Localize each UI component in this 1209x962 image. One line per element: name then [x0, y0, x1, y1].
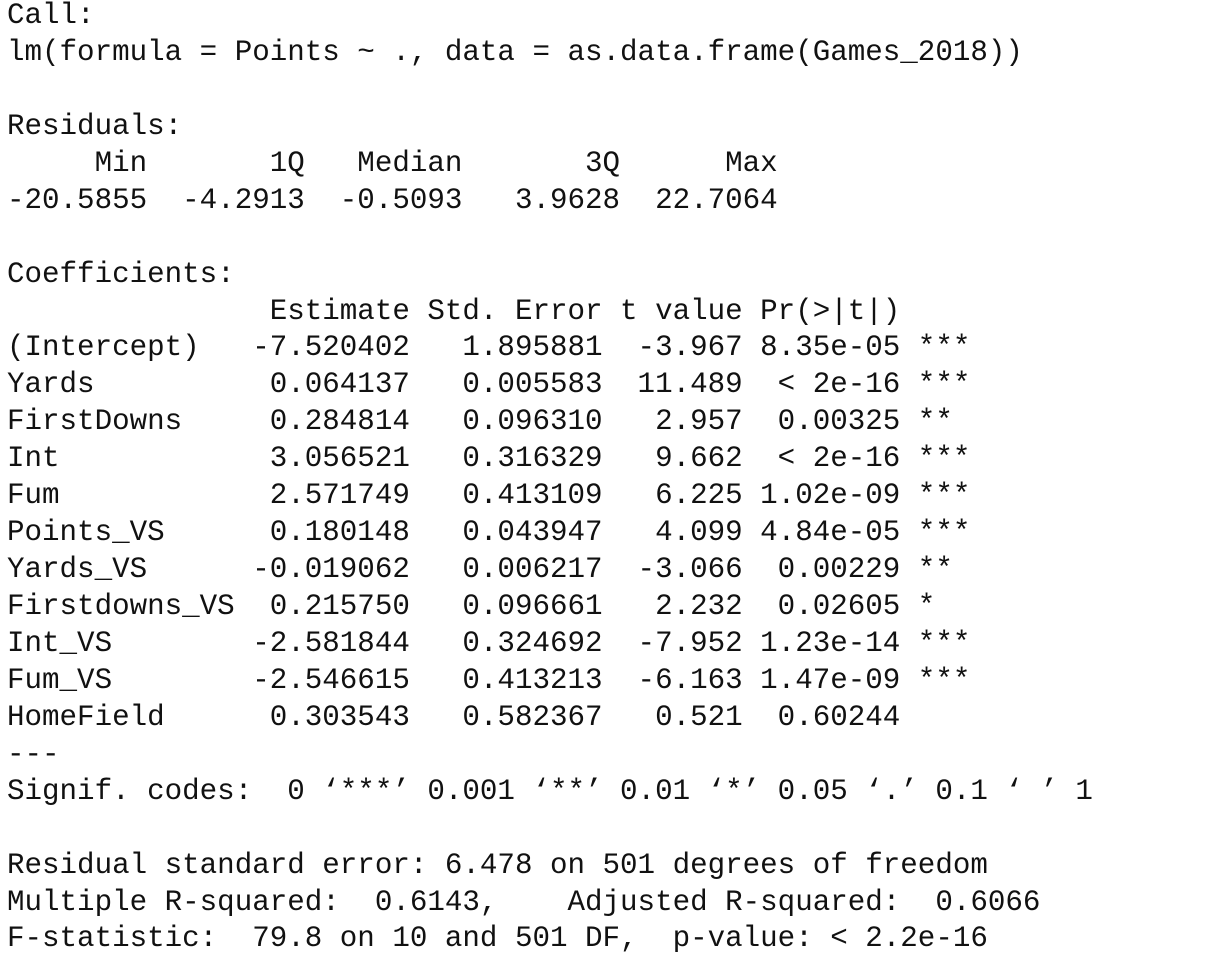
r-squared: Multiple R-squared: 0.6143, Adjusted R-s… — [7, 885, 1058, 919]
call-label: Call: — [7, 0, 95, 32]
call-formula: lm(formula = Points ~ ., data = as.data.… — [7, 35, 1023, 69]
coefficient-row-points-vs: Points_VS 0.180148 0.043947 4.099 4.84e-… — [7, 516, 971, 550]
coefficient-row-int: Int 3.056521 0.316329 9.662 < 2e-16 *** — [7, 442, 971, 476]
coefficient-row-yards: Yards 0.064137 0.005583 11.489 < 2e-16 *… — [7, 368, 971, 402]
residuals-label: Residuals: — [7, 109, 183, 143]
coefficients-header: Estimate Std. Error t value Pr(>|t|) — [7, 294, 971, 328]
coefficients-separator: --- — [7, 737, 60, 771]
residuals-values: -20.5855 -4.2913 -0.5093 3.9628 22.7064 — [7, 183, 796, 217]
coefficient-row-homefield: HomeField 0.303543 0.582367 0.521 0.6024… — [7, 700, 971, 734]
coefficient-row-int-vs: Int_VS -2.581844 0.324692 -7.952 1.23e-1… — [7, 626, 971, 660]
coefficients-label: Coefficients: — [7, 257, 235, 291]
coefficient-row-firstdowns: FirstDowns 0.284814 0.096310 2.957 0.003… — [7, 405, 971, 439]
residuals-header: Min 1Q Median 3Q Max — [7, 146, 796, 180]
coefficient-row-yards-vs: Yards_VS -0.019062 0.006217 -3.066 0.002… — [7, 553, 971, 587]
coefficient-row-firstdowns-vs: Firstdowns_VS 0.215750 0.096661 2.232 0.… — [7, 590, 971, 623]
residual-standard-error: Residual standard error: 6.478 on 501 de… — [7, 848, 988, 882]
coefficient-row-intercept: (Intercept) -7.520402 1.895881 -3.967 8.… — [7, 331, 971, 365]
r-console-output: Call: lm(formula = Points ~ ., data = as.… — [7, 0, 1093, 958]
f-statistic: F-statistic: 79.8 on 10 and 501 DF, p-va… — [7, 922, 988, 956]
coefficient-row-fum-vs: Fum_VS -2.546615 0.413213 -6.163 1.47e-0… — [7, 663, 971, 697]
signif-codes: Signif. codes: 0 ‘***’ 0.001 ‘**’ 0.01 ‘… — [7, 774, 1093, 808]
coefficient-row-fum: Fum 2.571749 0.413109 6.225 1.02e-09 *** — [7, 479, 971, 513]
